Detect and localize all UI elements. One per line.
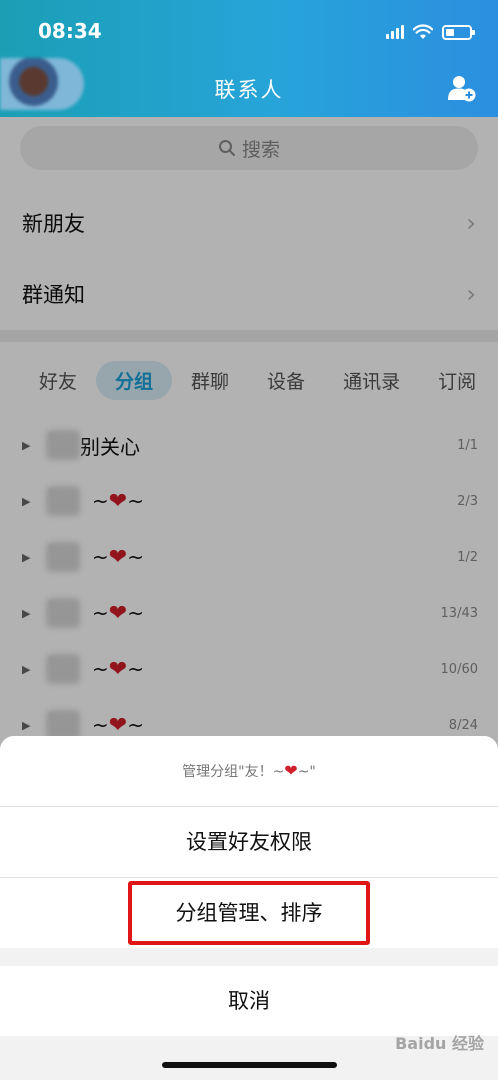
- highlight-annotation-box: [128, 881, 370, 945]
- add-contact-icon[interactable]: [448, 74, 476, 102]
- status-time: 08:34: [38, 19, 102, 43]
- set-friend-permissions-button[interactable]: 设置好友权限: [0, 807, 498, 877]
- wifi-icon: [413, 24, 433, 39]
- heart-icon: ❤: [284, 761, 298, 780]
- cellular-signal-icon: [386, 25, 404, 39]
- header-bar: 08:34 联系人: [0, 0, 498, 117]
- page-title: 联系人: [214, 78, 284, 102]
- status-icons: [386, 21, 475, 43]
- battery-icon: [442, 24, 475, 40]
- watermark-logo: Baidu 经验: [395, 1034, 484, 1053]
- cancel-button[interactable]: 取消: [0, 966, 498, 1036]
- action-sheet-title: 管理分组"友！~❤~": [0, 736, 498, 806]
- action-sheet: 管理分组"友！~❤~" 设置好友权限 分组管理、排序 取消: [0, 736, 498, 1080]
- home-indicator: [162, 1062, 337, 1068]
